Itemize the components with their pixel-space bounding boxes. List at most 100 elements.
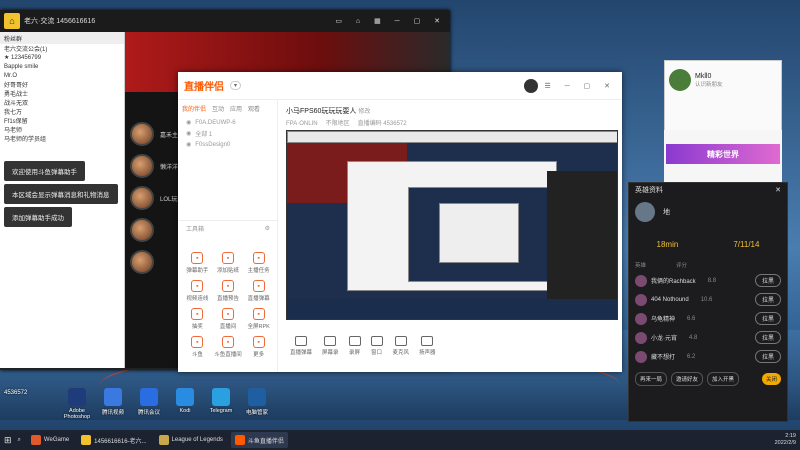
tree-item[interactable]: Ff1s保留 xyxy=(0,116,124,125)
desktop-shortcut[interactable]: Adobe Photoshop xyxy=(60,388,94,420)
row-score: 6.6 xyxy=(687,315,696,322)
block-button[interactable]: 拉黑 xyxy=(754,350,781,363)
app-icon xyxy=(212,388,230,406)
tool-preview[interactable]: ▪ 直播预告 xyxy=(213,280,244,302)
shortcut-label: 电脑管家 xyxy=(245,410,268,416)
side-row[interactable]: ◉ F0ssDesign0 xyxy=(178,139,277,150)
block-button[interactable]: 拉黑 xyxy=(754,274,781,287)
app-sidebar: 我的伴侣 互动 应用 观看 ◉ F0A.DEUWP-6 ◉ 全部 1 ◉ F0ssDesig… xyxy=(178,100,278,372)
side-row[interactable]: ◉ 全部 1 xyxy=(178,128,277,139)
window-controls[interactable]: ▭ ⌂ ▦ ─ ▢ ✕ xyxy=(335,17,446,25)
chat-user-row[interactable]: 懒洋洋 xyxy=(130,154,178,178)
stream-preview xyxy=(286,130,618,320)
tree-item[interactable]: 老六交流公会(1) xyxy=(0,44,124,53)
desktop-shortcut[interactable]: 腾讯会议 xyxy=(132,388,166,420)
tool-task[interactable]: ▪ 主播任务 xyxy=(243,252,274,274)
tree-item[interactable]: 我七万 xyxy=(0,107,124,116)
tree-item[interactable]: ★ 123456799 xyxy=(0,53,124,62)
tool-link[interactable]: ▪ 视频连线 xyxy=(182,280,213,302)
gear-icon[interactable]: ⚙ xyxy=(265,225,270,232)
tool-label: 添加贴纸 xyxy=(216,268,239,274)
windows-start-icon[interactable]: ⊞ xyxy=(4,435,12,446)
shortcut-label: Adobe Photoshop xyxy=(63,408,91,420)
chat-user-row[interactable] xyxy=(130,218,154,242)
tool-room[interactable]: ▪ 直播间 xyxy=(213,308,244,330)
chat-user-row[interactable]: 嘉禾主播 xyxy=(130,122,184,146)
edit-link[interactable]: 修改 xyxy=(358,109,370,115)
chat-user-row[interactable] xyxy=(130,250,154,274)
tree-item[interactable]: 马老师 xyxy=(0,125,124,134)
footer-button[interactable]: 再来一局 xyxy=(635,372,668,386)
avatar xyxy=(635,274,647,287)
shortcut-label: Kodi xyxy=(179,408,191,414)
chat-user-row[interactable]: LOL玩家 xyxy=(130,186,183,210)
taskbar-label: 斗鱼直播伴侣 xyxy=(247,438,284,445)
taskbar-item[interactable]: 1456616616-老六... xyxy=(77,432,150,448)
close-icon[interactable]: ✕ xyxy=(775,186,781,194)
tool-sticker[interactable]: ▪ 添加贴纸 xyxy=(213,252,244,274)
block-button[interactable]: 拉黑 xyxy=(754,293,781,306)
promo-banner[interactable]: 精彩世界 xyxy=(666,144,780,164)
desktop-shortcut[interactable]: 电脑管家 xyxy=(240,388,274,420)
sidebar-tabs: 我的伴侣 互动 应用 观看 xyxy=(178,100,277,117)
room-meta: FPA·ONLIN 不限地区 直播编码 4536572 xyxy=(278,118,622,127)
tree-item[interactable]: Bapple smile xyxy=(0,62,124,71)
control-icon xyxy=(394,336,407,346)
tree-item[interactable]: Mr.O xyxy=(0,71,124,80)
tool-live[interactable]: ▪ 斗鱼直播间 xyxy=(213,336,244,358)
tool-more[interactable]: ▪ 更多 xyxy=(243,336,274,358)
tree-item[interactable]: 马老师的学员组 xyxy=(0,134,124,143)
control-icon xyxy=(370,336,383,346)
table-header: 英雄 xyxy=(635,263,647,269)
bottom-label: 窗口 xyxy=(371,350,383,356)
block-button[interactable]: 拉黑 xyxy=(754,331,781,344)
tree-item[interactable]: 勇毛战士 xyxy=(0,89,124,98)
row-name: 404 Nothound xyxy=(651,296,689,303)
tool-barrage[interactable]: ▪ 直播弹幕 xyxy=(243,280,274,302)
player-name: 地 xyxy=(663,209,670,216)
table-row: 小龙·元宵 4.8 拉黑 xyxy=(629,328,787,347)
tab-2[interactable]: 应用 xyxy=(230,104,242,113)
tool-lottery[interactable]: ▪ 抽奖 xyxy=(182,308,213,330)
tool-douyu[interactable]: ▪ 斗鱼 xyxy=(182,336,213,358)
taskbar-item[interactable]: League of Legends xyxy=(155,432,227,448)
block-button[interactable]: 拉黑 xyxy=(754,312,781,325)
bottom-button[interactable]: 麦克风 xyxy=(393,336,409,356)
avatar[interactable] xyxy=(524,78,539,93)
footer-button[interactable]: 邀请好友 xyxy=(671,372,704,386)
desktop-shortcut[interactable]: 腾讯视频 xyxy=(96,388,130,420)
tab-1[interactable]: 互动 xyxy=(212,104,224,113)
tool-label: 斗鱼直播间 xyxy=(214,352,242,358)
taskbar-item[interactable]: WeGame xyxy=(27,432,73,448)
search-icon[interactable]: ⌕ xyxy=(18,437,21,444)
window-controls[interactable]: ☰ ─ ▢ ✕ xyxy=(544,82,616,90)
taskbar-label: League of Legends xyxy=(171,437,223,443)
table-row: 404 Nothound 10.6 拉黑 xyxy=(629,290,787,309)
tree-item[interactable]: 好哥哥好 xyxy=(0,80,124,89)
home-icon[interactable]: ⌂ xyxy=(4,13,20,29)
footer-button[interactable]: 加入开黑 xyxy=(707,372,740,386)
card-title: 英雄资料 xyxy=(635,187,663,194)
taskbar-item[interactable]: 斗鱼直播伴侣 xyxy=(230,432,288,448)
tab-0[interactable]: 我的伴侣 xyxy=(182,104,206,113)
tab-3[interactable]: 观看 xyxy=(248,104,260,113)
bottom-button[interactable]: 直播弹幕 xyxy=(290,336,312,356)
footer-button[interactable]: 关闭 xyxy=(761,373,781,385)
preview-icon: ▪ xyxy=(221,280,234,292)
desktop-shortcut[interactable]: Kodi xyxy=(168,388,202,420)
app-header: 直播伴侣 ▾ ☰ ─ ▢ ✕ xyxy=(178,72,622,100)
side-row[interactable]: ◉ F0A.DEUWP-6 xyxy=(178,117,277,128)
bottom-button[interactable]: 屏幕录 xyxy=(322,336,339,356)
tool-pk[interactable]: ▪ 全屏RPK xyxy=(243,308,274,330)
avatar[interactable] xyxy=(669,69,691,91)
app-main: 小马FPS60玩玩玩耍人 修改 FPA·ONLIN 不限地区 直播编码 453657… xyxy=(278,100,622,372)
tool-danmu[interactable]: ▪ 弹幕助手 xyxy=(182,252,213,274)
bottom-button[interactable]: 扬声器 xyxy=(419,336,436,356)
control-icon xyxy=(348,336,361,346)
desktop-shortcut[interactable]: Telegram xyxy=(204,388,238,420)
clock[interactable]: 2:19 2022/2/9 xyxy=(775,433,796,447)
bottom-button[interactable]: 录屏 xyxy=(348,336,361,356)
tree-item[interactable]: 战斗无双 xyxy=(0,98,124,107)
douyu-icon: ▪ xyxy=(191,336,204,348)
bottom-button[interactable]: 窗口 xyxy=(370,336,383,356)
